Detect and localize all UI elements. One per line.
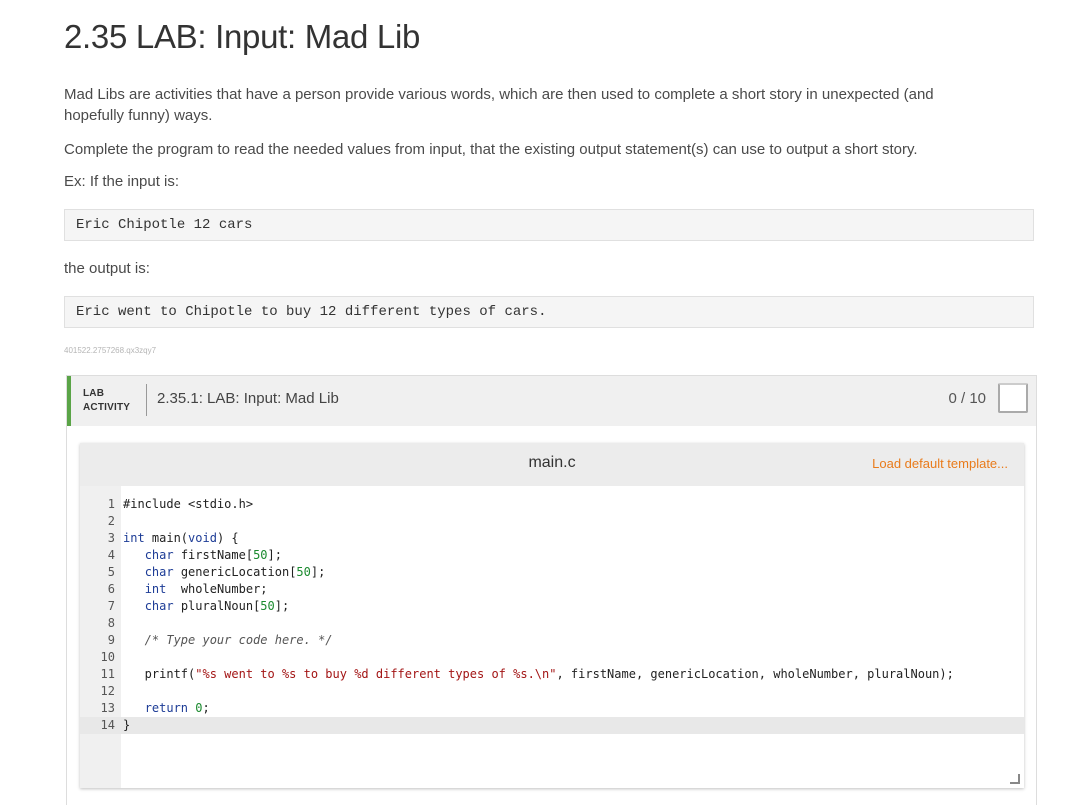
line-number: 7 bbox=[107, 599, 115, 613]
lab-name: 2.35.1: LAB: Input: Mad Lib bbox=[157, 390, 339, 407]
line-number: 1 bbox=[107, 497, 115, 511]
code-text[interactable]: printf("%s went to %s to buy %d differen… bbox=[123, 666, 954, 683]
line-number: 4 bbox=[107, 548, 115, 562]
lab-tag-line1: LAB bbox=[83, 388, 105, 399]
code-line[interactable]: 5 char genericLocation[50]; bbox=[80, 564, 1024, 581]
code-text[interactable]: int wholeNumber; bbox=[123, 581, 268, 598]
line-number: 11 bbox=[100, 667, 115, 681]
line-number: 13 bbox=[100, 701, 115, 715]
code-text[interactable]: char genericLocation[50]; bbox=[123, 564, 326, 581]
lab-activity-tag: LAB ACTIVITY bbox=[83, 387, 130, 415]
code-text[interactable]: } bbox=[123, 717, 130, 734]
lab-header-divider bbox=[146, 384, 147, 416]
line-number: 10 bbox=[100, 650, 115, 664]
lab-score: 0 / 10 bbox=[948, 390, 986, 407]
line-number: 5 bbox=[107, 565, 115, 579]
page-title: 2.35 LAB: Input: Mad Lib bbox=[64, 18, 421, 55]
line-number: 6 bbox=[107, 582, 115, 596]
intro-text: Mad Libs are activities that have a pers… bbox=[64, 86, 934, 124]
code-text[interactable]: char firstName[50]; bbox=[123, 547, 282, 564]
lab-tag-line2: ACTIVITY bbox=[83, 402, 131, 413]
lab-header: LAB ACTIVITY 2.35.1: LAB: Input: Mad Lib… bbox=[67, 376, 1036, 426]
completion-checkbox-icon bbox=[998, 383, 1028, 413]
code-line[interactable]: 8 bbox=[80, 615, 1024, 632]
line-number: 9 bbox=[107, 633, 115, 647]
line-number: 3 bbox=[107, 531, 115, 545]
code-line[interactable]: 12 bbox=[80, 683, 1024, 700]
code-line[interactable]: 1 #include <stdio.h> bbox=[80, 496, 1024, 513]
code-text[interactable]: /* Type your code here. */ bbox=[123, 632, 333, 649]
instructions-text: Complete the program to read the needed … bbox=[64, 141, 918, 158]
line-number: 12 bbox=[100, 684, 115, 698]
resize-handle-icon[interactable] bbox=[1010, 774, 1020, 784]
load-default-template-link[interactable]: Load default template... bbox=[872, 456, 1008, 471]
editor-toolbar: main.c Load default template... bbox=[80, 443, 1024, 486]
code-line[interactable]: 13 return 0; bbox=[80, 700, 1024, 717]
code-text[interactable]: #include <stdio.h> bbox=[123, 496, 253, 513]
example-label: Ex: If the input is: bbox=[64, 173, 180, 190]
lab-activity-card: LAB ACTIVITY 2.35.1: LAB: Input: Mad Lib… bbox=[66, 375, 1037, 805]
code-editor[interactable]: main.c Load default template... 1 #includ… bbox=[80, 443, 1024, 788]
content-id: 401522.2757268.qx3zqy7 bbox=[64, 346, 157, 355]
code-line[interactable]: 2 bbox=[80, 513, 1024, 530]
code-text[interactable]: int main(void) { bbox=[123, 530, 239, 547]
example-output-box: Eric went to Chipotle to buy 12 differen… bbox=[64, 296, 1034, 328]
code-text[interactable]: char pluralNoun[50]; bbox=[123, 598, 290, 615]
code-line[interactable]: 9 /* Type your code here. */ bbox=[80, 632, 1024, 649]
line-number: 2 bbox=[107, 514, 115, 528]
code-line[interactable]: 7 char pluralNoun[50]; bbox=[80, 598, 1024, 615]
output-label: the output is: bbox=[64, 260, 150, 277]
line-number: 14 bbox=[100, 718, 115, 732]
line-number: 8 bbox=[107, 616, 115, 630]
code-line[interactable]: 3 int main(void) { bbox=[80, 530, 1024, 547]
code-line[interactable]: 14} bbox=[80, 717, 1024, 734]
example-input-box: Eric Chipotle 12 cars bbox=[64, 209, 1034, 241]
code-line[interactable]: 10 bbox=[80, 649, 1024, 666]
code-area[interactable]: 1 #include <stdio.h> 2 3 int main(void) {4 c… bbox=[80, 486, 1024, 788]
code-line[interactable]: 11 printf("%s went to %s to buy %d diffe… bbox=[80, 666, 1024, 683]
code-text[interactable]: return 0; bbox=[123, 700, 210, 717]
code-line[interactable]: 4 char firstName[50]; bbox=[80, 547, 1024, 564]
code-line[interactable]: 6 int wholeNumber; bbox=[80, 581, 1024, 598]
